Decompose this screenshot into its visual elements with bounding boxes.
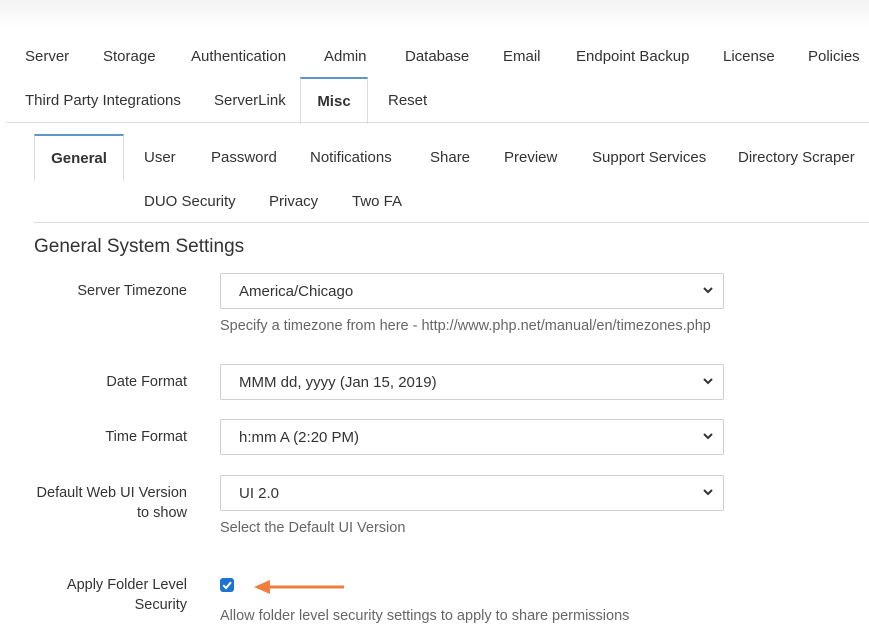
subtab-notifications[interactable]: Notifications [310,149,392,166]
subtab-user[interactable]: User [144,149,176,166]
subtab-password[interactable]: Password [211,149,277,166]
time-format-value: h:mm A (2:20 PM) [239,428,360,446]
tab-reset[interactable]: Reset [388,92,427,109]
tab-admin[interactable]: Admin [324,48,367,65]
date-format-label: Date Format [106,374,187,390]
subtab-privacy[interactable]: Privacy [269,193,318,210]
web-ui-version-label-line2: to show [137,505,187,521]
web-ui-version-label: Default Web UI Version to show [37,483,187,523]
tab-authentication[interactable]: Authentication [191,48,286,65]
folder-security-label-line2: Security [134,597,187,613]
chevron-down-icon [703,378,713,385]
tab-license[interactable]: License [723,48,775,65]
date-format-value: MMM dd, yyyy (Jan 15, 2019) [239,373,437,391]
tab-serverlink[interactable]: ServerLink [214,92,286,109]
folder-security-checkbox[interactable] [220,578,234,592]
folder-security-label: Apply Folder Level Security [67,575,187,615]
subtab-duo-security[interactable]: DUO Security [144,193,236,210]
folder-security-label-line1: Apply Folder Level [66,577,187,593]
subtab-preview[interactable]: Preview [504,149,557,166]
chevron-down-icon [703,433,713,440]
tab-storage[interactable]: Storage [103,48,156,65]
timezone-help: Specify a timezone from here - http://ww… [220,318,711,334]
chevron-down-icon [703,287,713,294]
arrow-left-icon [254,580,344,594]
timezone-select[interactable]: America/Chicago [220,273,724,309]
tab-database[interactable]: Database [405,48,469,65]
subtab-directory-scraper[interactable]: Directory Scraper [738,149,855,166]
checkmark-icon [222,581,232,590]
timezone-label: Server Timezone [77,283,187,299]
tab-policies[interactable]: Policies [808,48,860,65]
date-format-select[interactable]: MMM dd, yyyy (Jan 15, 2019) [220,364,724,400]
subtab-support-services[interactable]: Support Services [592,149,706,166]
web-ui-version-label-line1: Default Web UI Version [36,485,187,501]
tab-server[interactable]: Server [25,48,69,65]
timezone-value: America/Chicago [239,282,354,300]
web-ui-version-help: Select the Default UI Version [220,520,406,536]
web-ui-version-value: UI 2.0 [239,484,280,502]
tab-email[interactable]: Email [503,48,541,65]
primary-tabs-divider [6,122,869,123]
chevron-down-icon [703,489,713,496]
time-format-select[interactable]: h:mm A (2:20 PM) [220,419,724,455]
secondary-tabs-divider [34,222,869,223]
web-ui-version-select[interactable]: UI 2.0 [220,475,724,511]
tab-third-party-integrations[interactable]: Third Party Integrations [25,92,181,109]
subtab-general[interactable]: General [34,134,124,181]
subtab-share[interactable]: Share [430,149,470,166]
folder-security-help: Allow folder level security settings to … [220,608,630,624]
subtab-two-fa[interactable]: Two FA [352,193,402,210]
tab-endpoint-backup[interactable]: Endpoint Backup [576,48,689,65]
section-title: General System Settings [34,236,245,257]
top-shade [0,0,869,28]
time-format-label: Time Format [105,429,187,445]
tab-misc[interactable]: Misc [300,77,368,124]
